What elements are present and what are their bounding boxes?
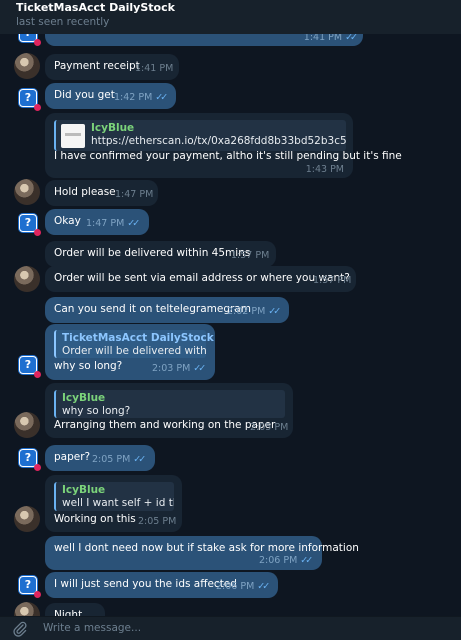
message-time: 2:02 PM — [227, 306, 266, 317]
message-incoming[interactable]: Payment receipt 1:41 PM — [45, 54, 179, 80]
message-text: Okay — [54, 215, 81, 227]
message-outgoing[interactable]: well I dont need now but if stake ask fo… — [45, 536, 359, 570]
read-ticks-icon: ✓✓ — [193, 363, 206, 374]
read-ticks-icon: ✓✓ — [300, 555, 313, 566]
message-time: 2:05 PM — [138, 516, 177, 527]
preview-site-name: IcyBlue — [91, 122, 135, 134]
message-time: 1:41 PM — [303, 34, 343, 43]
read-ticks-icon: ✓✓ — [127, 218, 140, 229]
message-incoming[interactable]: Night — [45, 603, 105, 616]
message-time: 1:57 PM — [231, 250, 270, 261]
message-incoming[interactable]: Order will be sent via email address or … — [45, 266, 356, 292]
read-ticks-icon: ✓✓ — [155, 92, 168, 103]
read-ticks-icon: ✓✓ — [257, 581, 270, 592]
message-text: well I dont need now but if stake ask fo… — [54, 542, 359, 554]
message-input[interactable]: Write a message... — [43, 622, 141, 634]
message-time: 1:41 PM — [135, 63, 174, 74]
message-composer[interactable]: Write a message... — [0, 616, 461, 640]
message-text: I will just send you the ids affected — [54, 578, 237, 590]
message-outgoing[interactable]: I will just send you the ids affected 2:… — [45, 572, 278, 598]
reply-author: IcyBlue — [62, 484, 106, 496]
contact-avatar[interactable] — [14, 412, 40, 438]
my-avatar-icon: ? — [19, 89, 41, 111]
message-outgoing[interactable]: Did you get 1:42 PM ✓✓ — [45, 83, 176, 109]
message-text: Can you send it on teltelegramegram — [54, 303, 251, 315]
message-text: Order will be delivered within 45mins — [54, 247, 251, 259]
message-time: 1:43 PM — [305, 164, 344, 175]
message-list[interactable]: ? 1:41 PM✓✓ Payment receipt 1:41 PM ? Di… — [0, 34, 461, 616]
reply-text: well I want self + id th... — [62, 497, 174, 509]
message-time: 2:05 PM — [250, 422, 289, 433]
message-time: 2:05 PM — [92, 454, 131, 465]
message-text: Arranging them and working on the paper — [54, 419, 276, 431]
my-avatar-icon: ? — [19, 214, 41, 236]
message-text: paper? — [54, 451, 91, 463]
chat-title: TicketMasAcct DailyStock — [16, 1, 175, 14]
my-avatar-icon: ? — [19, 449, 41, 471]
chat-header[interactable]: TicketMasAcct DailyStock last seen recen… — [0, 0, 461, 34]
message-incoming[interactable]: Order will be delivered within 45mins 1:… — [45, 241, 276, 267]
message-time: 2:06 PM — [216, 581, 255, 592]
message-text: Payment receipt — [54, 60, 140, 72]
my-avatar-icon: ? — [19, 356, 41, 378]
read-ticks-icon: ✓✓ — [345, 34, 358, 43]
message-incoming[interactable]: IcyBlue https://etherscan.io/tx/0xa268fd… — [45, 113, 402, 178]
message-incoming[interactable]: IcyBlue well I want self + id th... Work… — [45, 475, 182, 532]
my-avatar-icon: ? — [19, 34, 41, 46]
contact-avatar[interactable] — [14, 506, 40, 532]
message-outgoing[interactable]: paper? 2:05 PM ✓✓ — [45, 445, 155, 471]
message-time: 1:57 PM — [313, 275, 352, 286]
contact-avatar[interactable] — [14, 179, 40, 205]
message-text: why so long? — [54, 360, 123, 372]
paperclip-icon[interactable] — [13, 621, 27, 637]
message-outgoing[interactable]: TicketMasAcct DailyStock Order will be d… — [45, 324, 215, 380]
message-time: 1:47 PM — [115, 189, 154, 200]
reply-quote[interactable]: TicketMasAcct DailyStock Order will be d… — [54, 330, 214, 358]
preview-thumbnail — [61, 124, 85, 148]
message-text: Working on this — [54, 513, 136, 525]
message-time: 2:03 PM — [152, 363, 191, 374]
preview-url: https://etherscan.io/tx/0xa268fdd8b33bd5… — [91, 135, 346, 147]
reply-text: Order will be delivered withi... — [62, 345, 206, 357]
message-text: Did you get — [54, 89, 115, 101]
message-text: Order will be sent via email address or … — [54, 272, 350, 284]
contact-avatar[interactable] — [14, 602, 40, 616]
message-time: 2:06 PM — [259, 555, 298, 566]
read-ticks-icon: ✓✓ — [268, 306, 281, 317]
reply-quote[interactable]: IcyBlue why so long? — [54, 390, 285, 418]
reply-author: IcyBlue — [62, 392, 106, 404]
read-ticks-icon: ✓✓ — [133, 454, 146, 465]
message-time: 1:47 PM — [86, 218, 125, 229]
contact-avatar[interactable] — [14, 266, 40, 292]
reply-text: why so long? — [62, 405, 131, 417]
chat-status: last seen recently — [16, 16, 110, 28]
link-preview[interactable]: IcyBlue https://etherscan.io/tx/0xa268fd… — [54, 120, 346, 151]
message-text: Hold please — [54, 186, 116, 198]
message-time: 1:42 PM — [114, 92, 153, 103]
message-outgoing[interactable]: Okay 1:47 PM ✓✓ — [45, 209, 149, 235]
my-avatar-icon: ? — [19, 576, 41, 598]
message-outgoing[interactable]: 1:41 PM ✓✓ — [45, 34, 363, 46]
reply-quote[interactable]: IcyBlue well I want self + id th... — [54, 482, 174, 511]
reply-author: TicketMasAcct DailyStock — [62, 332, 214, 344]
message-outgoing[interactable]: Can you send it on teltelegramegram 2:02… — [45, 297, 289, 323]
contact-avatar[interactable] — [14, 53, 40, 79]
message-incoming[interactable]: IcyBlue why so long? Arranging them and … — [45, 383, 293, 438]
message-text: Night — [54, 609, 83, 616]
message-incoming[interactable]: Hold please 1:47 PM — [45, 180, 158, 206]
message-text: I have confirmed your payment, altho it'… — [54, 150, 402, 162]
